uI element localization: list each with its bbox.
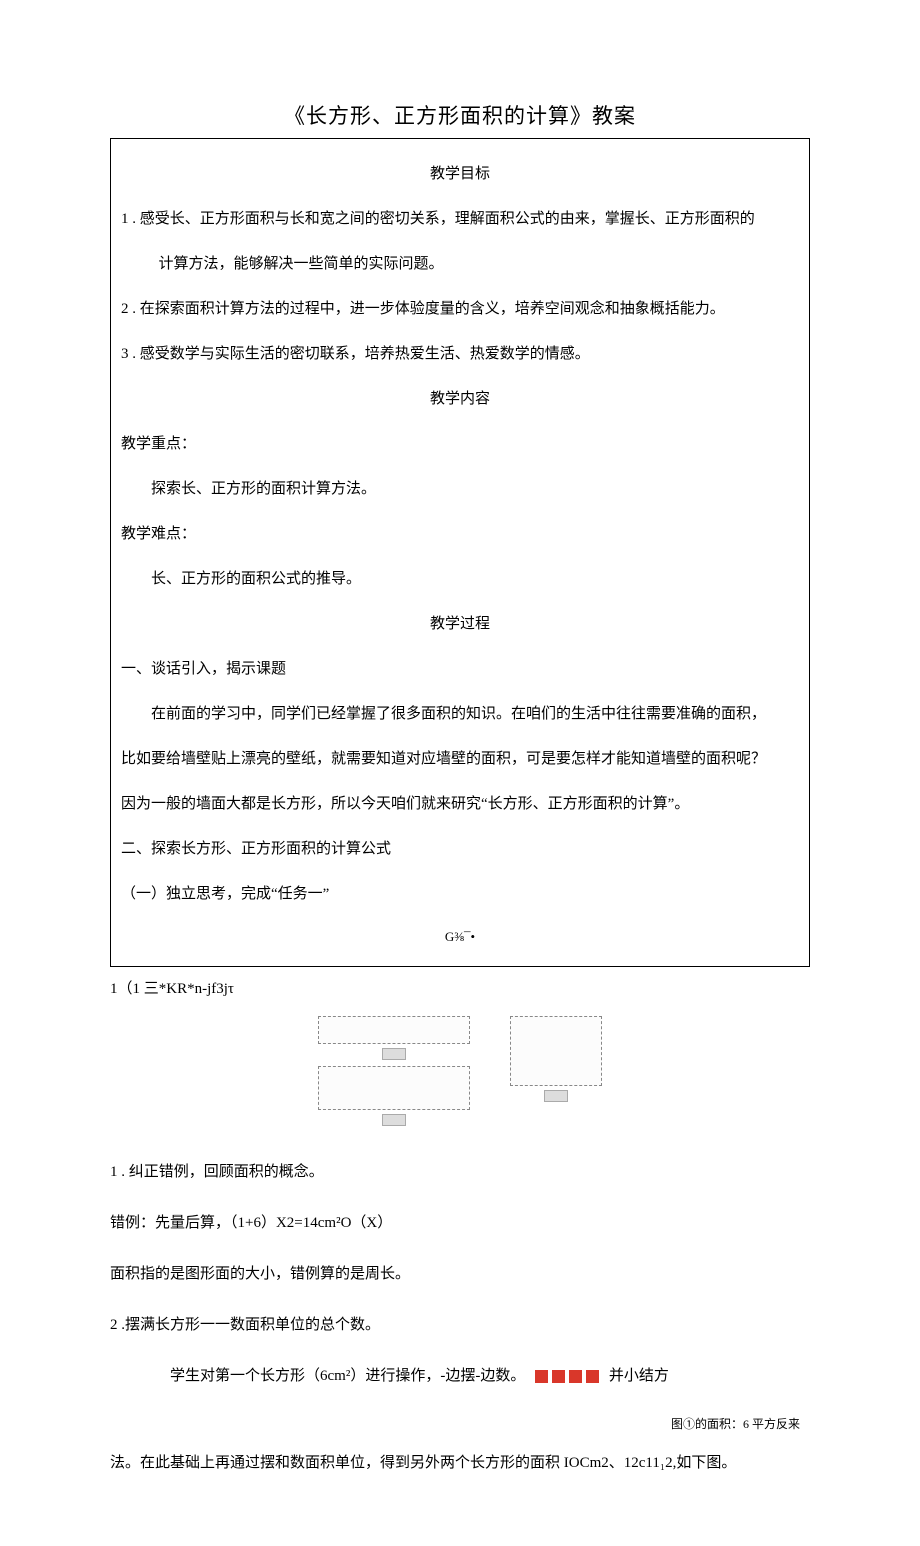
proc1-p1: 在前面的学习中，同学们已经掌握了很多面积的知识。在咱们的生活中往往需要准确的面积… <box>121 695 799 734</box>
garble-text: G⅜¯• <box>121 920 799 954</box>
goal-1: 1 . 感受长、正方形面积与长和宽之间的密切关系，理解面积公式的由来，掌握长、正… <box>121 200 799 239</box>
red-square-icon <box>586 1370 599 1383</box>
red-square-icon <box>552 1370 565 1383</box>
proc1-p3: 因为一般的墙面大都是长方形，所以今天咱们就来研究“长方形、正方形面积的计算”。 <box>121 785 799 824</box>
figure-caption: 图①的面积：6 平方反来 <box>110 1411 810 1437</box>
process-heading: 教学过程 <box>121 605 799 644</box>
goals-heading: 教学目标 <box>121 155 799 194</box>
focus-label: 教学重点： <box>121 425 799 464</box>
goal-1-cont: 计算方法，能够解决一些简单的实际问题。 <box>121 245 799 284</box>
rect-3-label <box>544 1090 568 1102</box>
proc2-heading: 二、探索长方形、正方形面积的计算公式 <box>121 830 799 869</box>
item-2-p1b: 并小结方 <box>609 1368 669 1384</box>
focus-text: 探索长、正方形的面积计算方法。 <box>121 470 799 509</box>
rect-2-label <box>382 1114 406 1126</box>
item-1-note: 面积指的是图形面的大小，错例算的是周长。 <box>110 1258 810 1291</box>
red-square-icon <box>569 1370 582 1383</box>
goal-2: 2 . 在探索面积计算方法的过程中，进一步体验度量的含义，培养空间观念和抽象概括… <box>121 290 799 329</box>
item-2-line1: 学生对第一个长方形（6cm²）进行操作，-边摆-边数。 并小结方 <box>110 1360 810 1393</box>
difficulty-text: 长、正方形的面积公式的推导。 <box>121 560 799 599</box>
rect-3 <box>510 1016 602 1086</box>
figure-row <box>110 1016 810 1126</box>
rect-1 <box>318 1016 470 1044</box>
goal-3: 3 . 感受数学与实际生活的密切联系，培养热爱生活、热爱数学的情感。 <box>121 335 799 374</box>
content-heading: 教学内容 <box>121 380 799 419</box>
item-1-example: 错例：先量后算，（1+6）X2=14cm²O（X） <box>110 1207 810 1240</box>
proc1-p2: 比如要给墙壁贴上漂亮的壁纸，就需要知道对应墙壁的面积，可是要怎样才能知道墙壁的面… <box>121 740 799 779</box>
item-2-p2: 法。在此基础上再通过摆和数面积单位，得到另外两个长方形的面积 IOCm2、12c… <box>110 1447 810 1480</box>
content-box: 教学目标 1 . 感受长、正方形面积与长和宽之间的密切关系，理解面积公式的由来，… <box>110 138 810 967</box>
figure-group-left <box>318 1016 470 1126</box>
rect-1-label <box>382 1048 406 1060</box>
item-2: 2 .摆满长方形一一数面积单位的总个数。 <box>110 1309 810 1342</box>
rect-2 <box>318 1066 470 1110</box>
red-square-icon <box>535 1370 548 1383</box>
red-squares <box>535 1370 599 1383</box>
difficulty-label: 教学难点： <box>121 515 799 554</box>
proc1-heading: 一、谈话引入，揭示课题 <box>121 650 799 689</box>
figure-group-right <box>510 1016 602 1102</box>
garble-line: 1（1 三*KR*n-jf3jτ <box>110 973 810 1006</box>
proc2-sub1: （一）独立思考，完成“任务一” <box>121 875 799 914</box>
item-1: 1 . 纠正错例，回顾面积的概念。 <box>110 1156 810 1189</box>
doc-title: 《长方形、正方形面积的计算》教案 <box>110 100 810 130</box>
item-2-p1a: 学生对第一个长方形（6cm²）进行操作，-边摆-边数。 <box>170 1368 525 1384</box>
